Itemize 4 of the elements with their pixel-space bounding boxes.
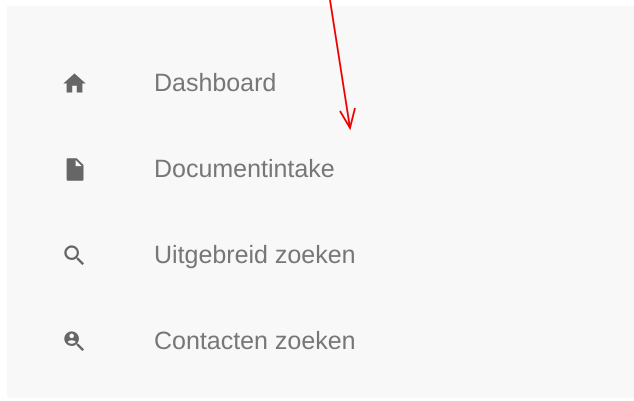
menu-item[interactable]: Contacten zoeken <box>61 298 634 384</box>
menu-item[interactable]: Documentintake <box>61 126 634 212</box>
menu-item[interactable]: Uitgebreid zoeken <box>61 212 634 298</box>
menu-item[interactable]: Dashboard <box>61 40 634 126</box>
